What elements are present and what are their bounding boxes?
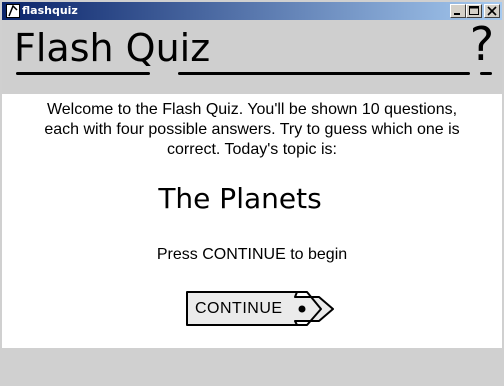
topic-title: The Planets <box>158 182 322 215</box>
intro-text: Welcome to the Flash Quiz. You'll be sho… <box>44 101 460 158</box>
help-button[interactable]: ? <box>466 20 498 68</box>
start-prompt: Press CONTINUE to begin <box>156 246 348 263</box>
status-bar <box>2 348 502 384</box>
continue-label: CONTINUE <box>195 300 283 317</box>
close-button[interactable] <box>484 4 500 18</box>
maximize-button[interactable] <box>466 4 482 18</box>
continue-button[interactable]: CONTINUE <box>185 290 335 328</box>
app-window: flashquiz Flash Quiz ? Welcome to the Fl… <box>0 0 504 386</box>
maximize-icon <box>469 6 479 15</box>
minimize-button[interactable] <box>450 4 466 18</box>
title-underline-tail <box>480 72 492 75</box>
content-panel: Welcome to the Flash Quiz. You'll be sho… <box>2 94 502 348</box>
title-underline-right <box>178 72 470 75</box>
page-title: Flash Quiz <box>14 26 211 70</box>
window-title: flashquiz <box>22 4 78 17</box>
title-bar[interactable]: flashquiz <box>2 2 502 20</box>
app-icon <box>6 4 20 18</box>
minimize-icon <box>454 13 460 15</box>
title-underline-left <box>16 72 150 75</box>
close-icon <box>487 6 497 16</box>
quiz-header: Flash Quiz ? <box>2 20 502 94</box>
